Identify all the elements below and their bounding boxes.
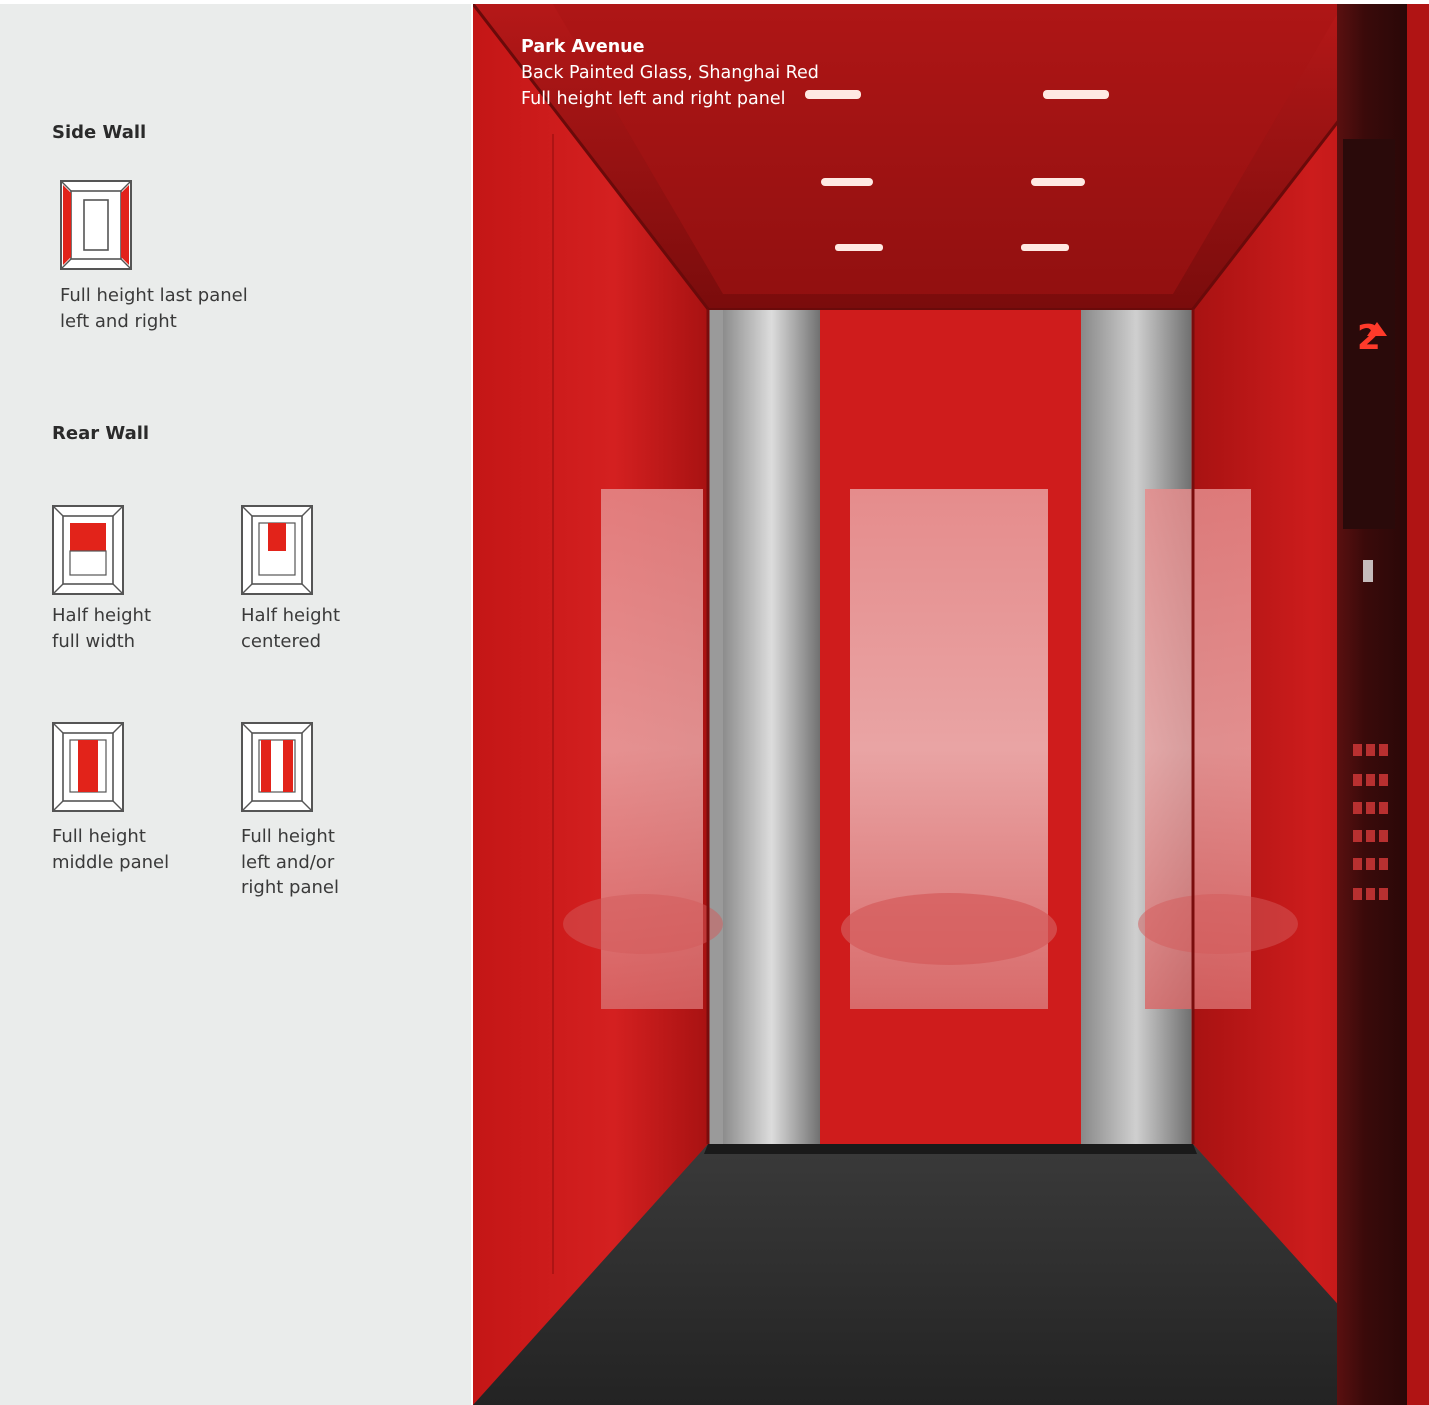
rear-wall-full-height-left-right-panel-caption: Full height left and/or right panel bbox=[241, 826, 339, 898]
side-wall-full-height-last-panel-icon bbox=[60, 180, 132, 270]
panel-configuration: Full height left and right panel bbox=[521, 89, 786, 109]
rear-wall-half-height-centered-caption: Half height centered bbox=[241, 605, 340, 652]
side-wall-option-caption: Full height last panel left and right bbox=[60, 285, 248, 332]
photo-caption: Park Avenue Back Painted Glass, Shanghai… bbox=[521, 34, 819, 112]
rear-wall-half-height-centered-icon bbox=[241, 505, 313, 595]
elevator-interior-illustration: 2 bbox=[473, 4, 1429, 1405]
rear-wall-half-height-full-width-icon bbox=[52, 505, 124, 595]
rear-wall-full-height-middle-panel-caption: Full height middle panel bbox=[52, 826, 170, 873]
rear-wall-full-height-middle-panel-icon bbox=[52, 722, 124, 812]
options-panel: Side Wall Full height last panel left an… bbox=[0, 4, 471, 1405]
material-description: Back Painted Glass, Shanghai Red bbox=[521, 63, 819, 83]
design-name: Park Avenue bbox=[521, 37, 645, 57]
rear-wall-heading: Rear Wall bbox=[52, 423, 150, 444]
rear-wall-full-height-left-right-panel-icon bbox=[241, 722, 313, 812]
rear-wall-half-height-full-width-caption: Half height full width bbox=[52, 605, 151, 652]
elevator-cabin-photo: 2 Park Avenue Back Painted Glass, Shangh… bbox=[473, 4, 1429, 1405]
side-wall-heading: Side Wall bbox=[52, 122, 147, 143]
